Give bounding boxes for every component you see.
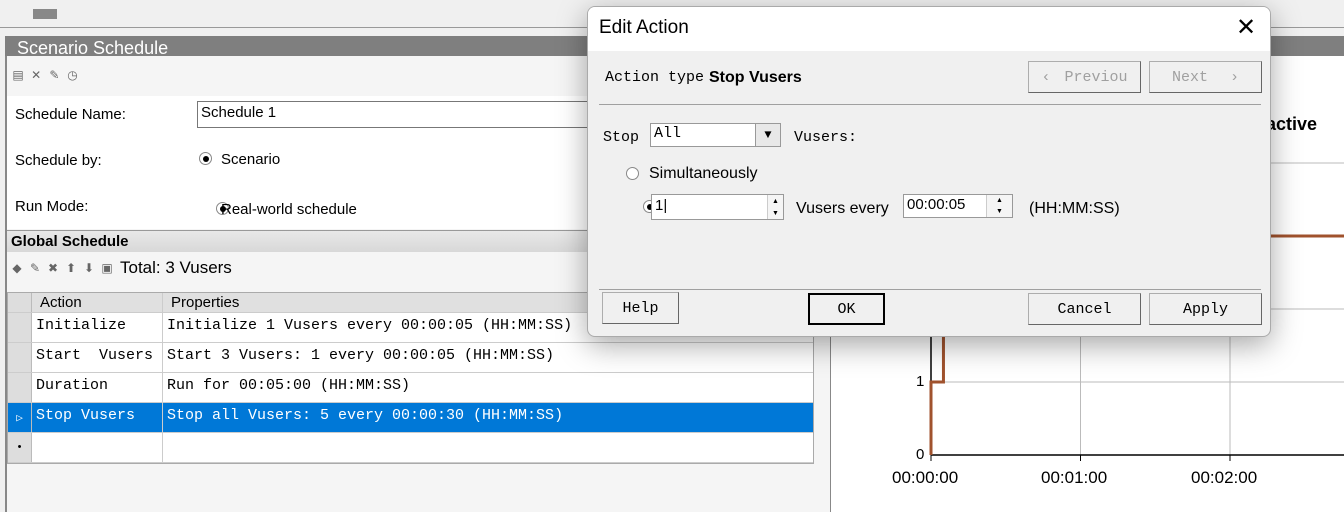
- x-tick-2: 00:02:00: [1191, 468, 1258, 487]
- row-selector[interactable]: [8, 313, 32, 342]
- cell-action: Start Vusers: [32, 343, 163, 372]
- divider: [599, 104, 1261, 105]
- delete-action-icon[interactable]: ✖: [46, 261, 60, 275]
- x-tick-0: 00:00:00: [892, 468, 959, 487]
- global-schedule-title: Global Schedule: [11, 233, 129, 250]
- new-row-icon[interactable]: •: [8, 433, 32, 462]
- y-tick-1: 1: [916, 373, 925, 390]
- help-button[interactable]: Help: [602, 292, 679, 324]
- apply-label: Apply: [1182, 300, 1228, 318]
- current-row-arrow-icon[interactable]: ▷: [8, 403, 32, 432]
- previous-label: Previou: [1064, 68, 1128, 86]
- cell-properties: Stop all Vusers: 5 every 00:00:30 (HH:MM…: [167, 407, 564, 424]
- scrollbar-thumb[interactable]: [33, 9, 57, 19]
- new-schedule-icon[interactable]: ▤: [11, 68, 25, 82]
- new-row[interactable]: •: [8, 433, 813, 463]
- interval-spin-buttons[interactable]: ▲ ▼: [986, 195, 1012, 217]
- move-down-icon[interactable]: ⬇: [82, 261, 96, 275]
- vusers-label: Vusers:: [794, 129, 858, 146]
- edit-action-dialog: Edit Action ✕ Action type Stop Vusers ‹ P…: [587, 6, 1271, 337]
- column-action[interactable]: Action: [32, 293, 163, 312]
- cell-properties: Run for 00:05:00 (HH:MM:SS): [167, 377, 411, 394]
- run-mode-value: Real-world schedule: [221, 201, 357, 218]
- table-row-selected[interactable]: ▷ Stop Vusers Stop all Vusers: 5 every 00:…: [8, 403, 813, 433]
- x-tick-1: 00:01:00: [1041, 468, 1108, 487]
- rename-icon[interactable]: ✎: [47, 68, 61, 82]
- stop-label: Stop: [603, 129, 640, 146]
- cell-properties: [163, 433, 813, 462]
- cell-action: Stop Vusers: [32, 403, 163, 432]
- close-icon[interactable]: ✕: [1236, 13, 1256, 42]
- schedule-name-value: Schedule 1: [201, 104, 277, 121]
- schedule-name-label: Schedule Name:: [15, 106, 126, 123]
- table-row[interactable]: Duration Run for 00:05:00 (HH:MM:SS): [8, 373, 813, 403]
- cancel-button[interactable]: Cancel: [1028, 293, 1141, 325]
- simultaneously-label: Simultaneously: [649, 165, 758, 182]
- vusers-count-stepper[interactable]: 1| ▲ ▼: [651, 194, 784, 220]
- divider: [599, 289, 1261, 290]
- vusers-count-value: 1: [655, 197, 664, 214]
- chevron-down-icon[interactable]: ▼: [755, 124, 780, 146]
- stop-select-value: All: [654, 125, 682, 142]
- simultaneously-radio[interactable]: [626, 167, 639, 180]
- action-type-label: Action type: [605, 69, 705, 86]
- cell-properties: Start 3 Vusers: 1 every 00:00:05 (HH:MM:…: [167, 347, 555, 364]
- cell-action: [32, 433, 163, 462]
- delete-icon[interactable]: ✕: [29, 68, 43, 82]
- time-format-label: (HH:MM:SS): [1029, 200, 1120, 217]
- copy-icon[interactable]: ▣: [100, 261, 114, 275]
- edit-action-icon[interactable]: ✎: [28, 261, 42, 275]
- cell-action: Duration: [32, 373, 163, 402]
- next-label: Next: [1171, 68, 1208, 86]
- cell-action: Initialize: [32, 313, 163, 342]
- stop-select[interactable]: All ▼: [650, 123, 781, 147]
- interval-stepper[interactable]: 00:00:05 ▲ ▼: [903, 194, 1013, 218]
- schedule-by-label: Schedule by:: [15, 152, 102, 169]
- run-mode-label: Run Mode:: [15, 198, 89, 215]
- global-schedule-toolbar: ◆ ✎ ✖ ⬆ ⬇ ▣ Total: 3 Vusers: [10, 258, 232, 278]
- dialog-title: Edit Action: [599, 17, 689, 38]
- row-header-corner: [8, 293, 32, 312]
- add-action-icon[interactable]: ◆: [10, 261, 24, 275]
- action-type-value: Stop Vusers: [709, 69, 802, 86]
- dialog-titlebar: Edit Action ✕: [588, 7, 1270, 51]
- apply-button[interactable]: Apply: [1149, 293, 1262, 325]
- ok-label: OK: [837, 300, 856, 318]
- table-row[interactable]: Start Vusers Start 3 Vusers: 1 every 00:0…: [8, 343, 813, 373]
- next-button[interactable]: Next ›: [1149, 61, 1262, 93]
- vusers-every-label: Vusers every: [796, 200, 889, 217]
- cancel-label: Cancel: [1057, 300, 1112, 318]
- schedule-by-value: Scenario: [221, 151, 281, 168]
- previous-button[interactable]: ‹ Previou: [1028, 61, 1141, 93]
- y-tick-0: 0: [916, 446, 925, 463]
- help-label: Help: [622, 299, 659, 317]
- move-up-icon[interactable]: ⬆: [64, 261, 78, 275]
- row-selector[interactable]: [8, 373, 32, 402]
- ok-button[interactable]: OK: [808, 293, 885, 325]
- total-vusers: Total: 3 Vusers: [120, 258, 232, 277]
- schedule-toolbar: ▤ ✕ ✎ ◷: [11, 66, 80, 83]
- row-selector[interactable]: [8, 343, 32, 372]
- schedule-by-scenario-radio[interactable]: [199, 152, 212, 165]
- schedule-clock-icon[interactable]: ◷: [66, 68, 80, 82]
- interval-value: 00:00:05: [907, 196, 966, 213]
- count-spin-buttons[interactable]: ▲ ▼: [767, 195, 783, 219]
